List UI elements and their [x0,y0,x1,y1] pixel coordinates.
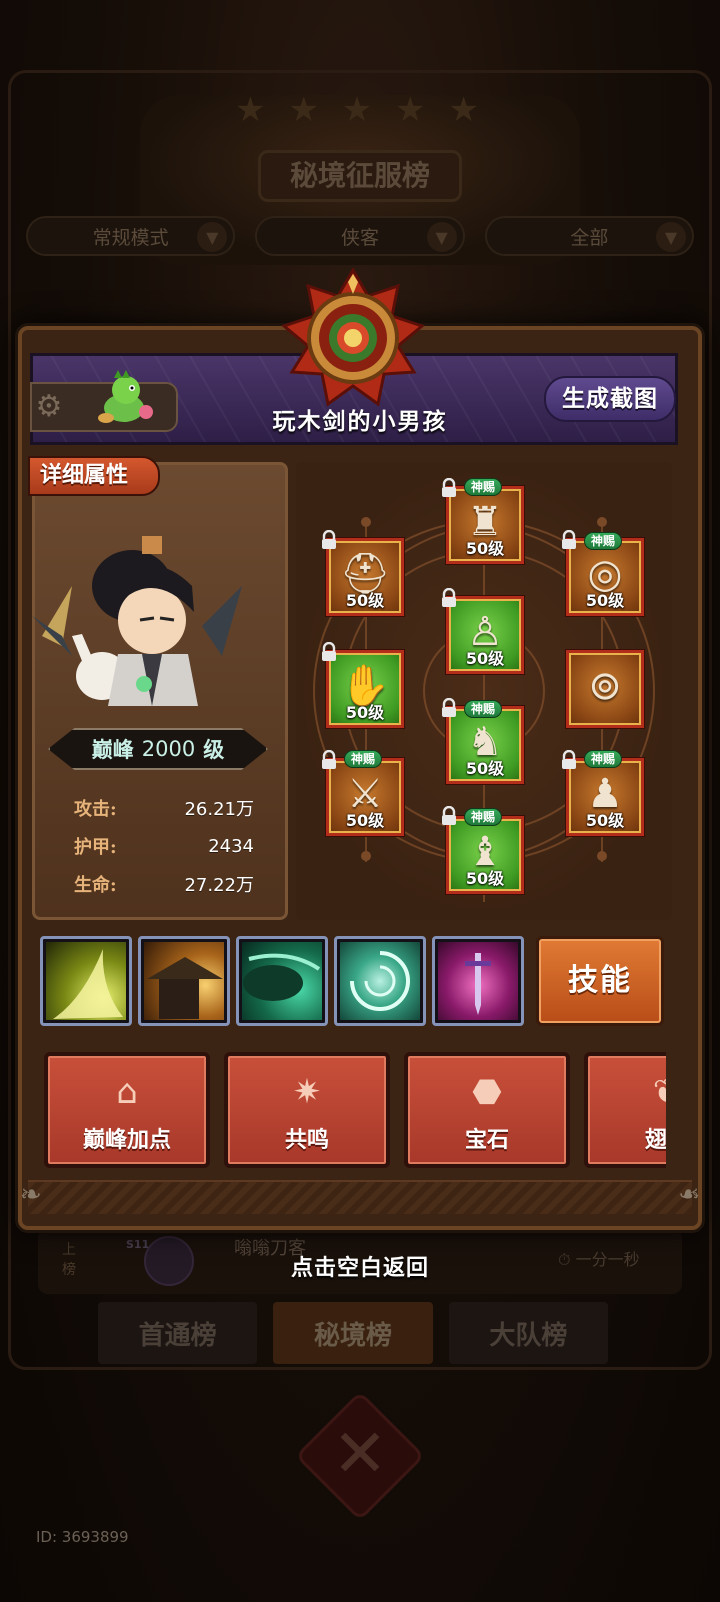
hero-portrait [32,536,242,706]
skill-slot-5[interactable] [432,936,524,1026]
skill-slot-1[interactable] [40,936,132,1026]
equip-level: 50级 [345,703,385,722]
equip-level: 50级 [345,811,385,830]
divine-badge: 神赐 [584,532,623,550]
skill-slot-3[interactable] [236,936,328,1026]
equip-slot-boots[interactable]: ♝ 50级 [446,816,524,894]
tab-secret-realm[interactable]: 秘境榜 [273,1302,433,1364]
sword-skill-icon [465,953,491,1015]
stat-label: 攻击: [74,799,117,820]
lock-icon [562,750,576,769]
tap-blank-to-return-hint: 点击空白返回 [290,1256,429,1281]
divine-badge: 神赐 [344,750,383,768]
function-button-row: ⌂ 巅峰加点 ✷ 共鸣 ⬣ 宝石 ❦ 翅膀 [40,1052,666,1172]
lock-icon [322,750,336,769]
mode-filter[interactable]: 常规模式 ▼ [26,216,236,256]
straw-hat-skill-icon [147,957,223,1019]
divine-badge: 神赐 [464,700,503,718]
corner-ornament-icon: ❧ [20,1180,42,1210]
tab-team[interactable]: 大队榜 [448,1302,608,1364]
stat-health: 生命: 27.22万 [74,870,254,898]
gem-icon: ⬣ [472,1072,502,1112]
equip-level: 50级 [465,649,505,668]
tab-first-clear[interactable]: 首通榜 [98,1302,258,1364]
stat-value: 27.22万 [184,875,254,896]
vortex-skill-icon [350,951,410,1011]
equip-level: 50级 [465,539,505,558]
peak-points-button[interactable]: ⌂ 巅峰加点 [44,1052,210,1168]
lock-icon [442,478,456,497]
lock-icon [442,588,456,607]
resonance-icon: ✷ [292,1072,322,1112]
chevron-down-icon: ▼ [655,222,686,252]
slash-skill-icon [53,949,123,1019]
equip-slot-ring[interactable]: ⊚ [566,650,644,728]
wings-button[interactable]: ❦ 翅膀 [584,1052,666,1168]
stat-label: 护甲: [74,837,117,858]
filter-label: 全部 [570,226,609,249]
equip-level: 50级 [585,591,625,610]
equip-level: 50级 [465,759,505,778]
panel-trim [28,1180,692,1214]
function-label: 共鸣 [284,1128,329,1153]
filter-label: 常规模式 [92,226,169,249]
peak-level-value: 2000 [141,737,196,761]
house-plus-icon: ⌂ [116,1072,138,1112]
stat-attack: 攻击: 26.21万 [74,794,254,822]
class-filter[interactable]: 侠客 ▼ [255,216,465,256]
corner-ornament-icon: ❧ [678,1180,700,1210]
star-rating-icon: ★ ★ ★ ★ ★ [235,90,485,130]
filter-bar: 常规模式 ▼ 侠客 ▼ 全部 ▼ [26,216,694,256]
wing-icon: ❦ [588,1072,666,1112]
peak-level-plate: 巅峰 2000 级 [48,728,268,770]
function-label: 翅膀 [644,1128,666,1153]
details-tag[interactable]: 详细属性 [28,456,160,496]
ring-icon: ⊚ [588,663,622,709]
pet-dragon-icon [98,370,153,423]
stat-armor: 护甲: 2434 [74,832,254,860]
close-icon: ✕ [332,1415,388,1492]
chevron-down-icon: ▼ [426,222,457,252]
stat-label: 生命: [74,875,117,896]
scope-filter[interactable]: 全部 ▼ [484,216,694,256]
peak-level-prefix: 巅峰 [91,737,134,762]
function-label: 巅峰加点 [82,1128,171,1153]
lock-icon [442,698,456,717]
stat-value: 2434 [208,835,254,857]
lock-icon [322,642,336,661]
lock-icon [322,530,336,549]
skill-slot-4[interactable] [334,936,426,1026]
equip-level: 50级 [345,591,385,610]
chevron-down-icon: ▼ [197,222,228,252]
realm-emblem-icon [280,268,426,407]
peak-level-suffix: 级 [203,737,225,762]
gear-icon: ⚙ [35,389,63,424]
stat-value: 26.21万 [184,799,254,820]
gem-button[interactable]: ⬣ 宝石 [404,1052,570,1168]
equip-level: 50级 [585,811,625,830]
resonance-button[interactable]: ✷ 共鸣 [224,1052,390,1168]
lock-icon [442,806,456,825]
divine-badge: 神赐 [464,478,503,496]
wind-skill-icon [243,953,321,1001]
leaderboard-tabs: 首通榜 秘境榜 大队榜 [98,1302,608,1364]
user-id: ID: 3693899 [36,1528,129,1546]
divine-badge: 神赐 [464,808,503,826]
equip-level: 50级 [465,869,505,888]
filter-label: 侠客 [340,226,379,249]
function-label: 宝石 [464,1128,509,1153]
skills-button[interactable]: 技能 [536,936,664,1026]
lock-icon [562,530,576,549]
generate-screenshot-button[interactable]: 生成截图 [544,376,676,422]
leaderboard-title: 秘境征服榜 [258,150,462,202]
divine-badge: 神赐 [584,750,623,768]
skill-slot-2[interactable] [138,936,230,1026]
